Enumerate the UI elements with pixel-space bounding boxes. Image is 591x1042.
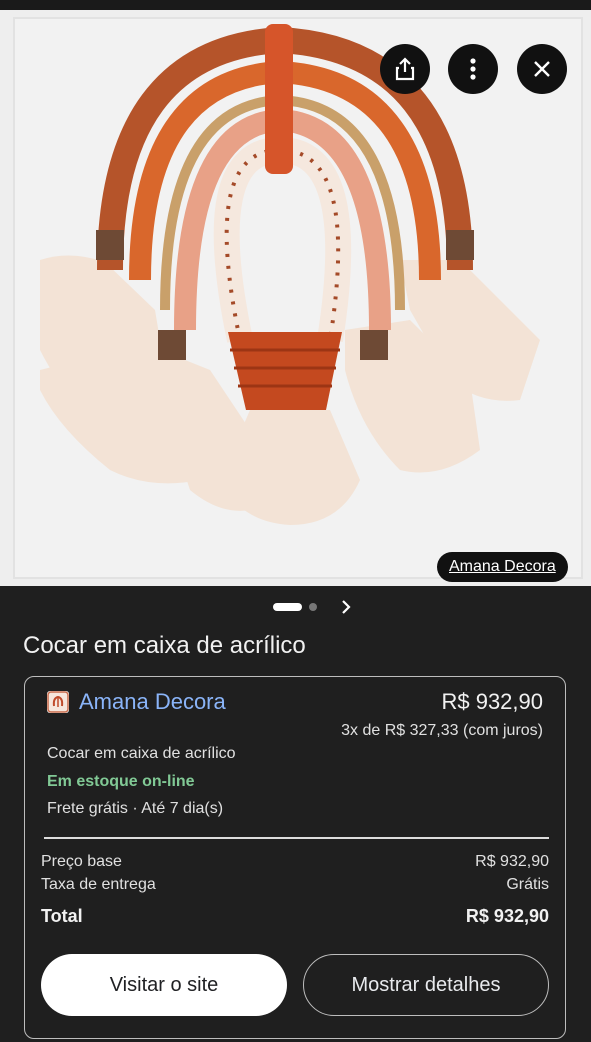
offer-price: R$ 932,90 [441, 689, 543, 714]
carousel-indicator [0, 596, 591, 618]
merchant-name-link[interactable]: Amana Decora [79, 689, 226, 715]
more-vert-icon [470, 58, 476, 80]
merchant-logo-icon [47, 691, 69, 713]
close-button[interactable] [517, 44, 567, 94]
close-icon [534, 61, 550, 77]
chevron-right-icon[interactable] [338, 598, 354, 616]
macrame-illustration [13, 17, 583, 579]
total-label: Total [41, 906, 83, 926]
share-button[interactable] [380, 44, 430, 94]
delivery-fee-value: Grátis [506, 876, 549, 893]
base-price-value: R$ 932,90 [475, 853, 549, 870]
installments-text: 3x de R$ 327,33 (com juros) [341, 722, 543, 739]
carousel-dot-active[interactable] [273, 603, 302, 611]
visit-site-button[interactable]: Visitar o site [41, 954, 287, 1016]
shipping-info: Frete grátis · Até 7 dia(s) [47, 800, 224, 817]
show-details-button[interactable]: Mostrar detalhes [303, 954, 549, 1016]
stock-status: Em estoque on-line [47, 773, 195, 790]
delivery-fee-label: Taxa de entrega [41, 876, 156, 893]
product-image[interactable]: Amana Decora [0, 10, 591, 586]
carousel-dot[interactable] [309, 603, 317, 611]
source-link[interactable]: Amana Decora [437, 552, 568, 582]
total-value: R$ 932,90 [465, 906, 549, 926]
offer-card: Amana Decora R$ 932,90 3x de R$ 327,33 (… [24, 676, 566, 1039]
divider [44, 837, 549, 839]
product-title: Cocar em caixa de acrílico [23, 632, 306, 659]
status-strip [0, 0, 591, 10]
offer-product-name: Cocar em caixa de acrílico [47, 745, 236, 762]
share-icon [395, 57, 415, 81]
base-price-label: Preço base [41, 853, 122, 870]
more-options-button[interactable] [448, 44, 498, 94]
